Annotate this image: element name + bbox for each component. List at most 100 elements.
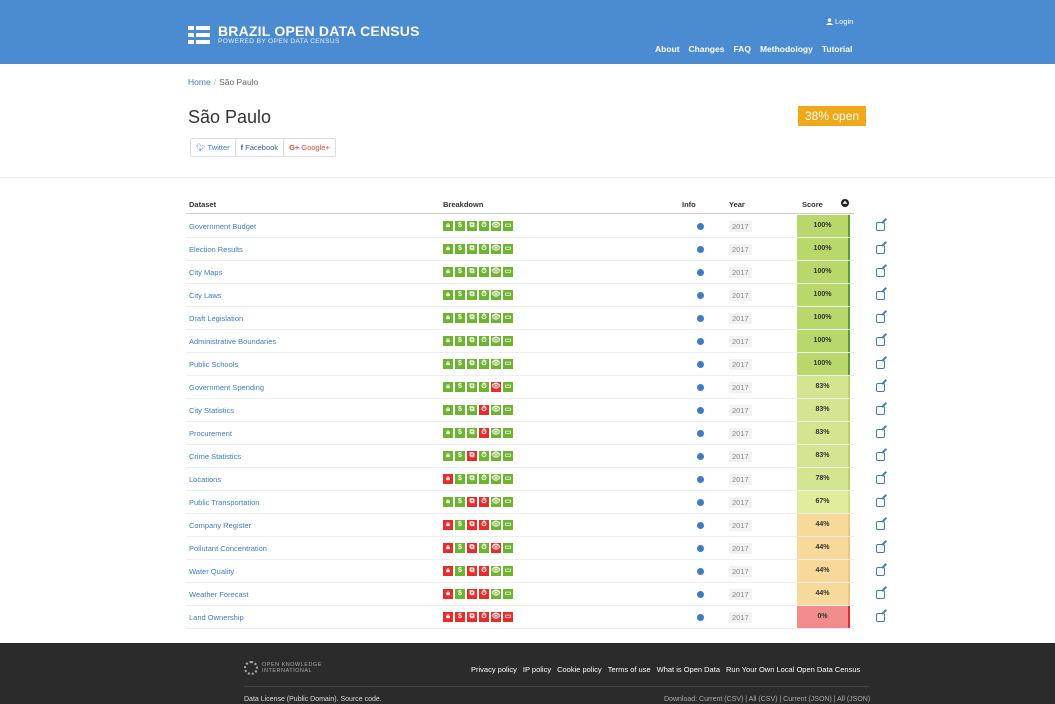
info-icon[interactable] — [697, 269, 704, 276]
format-icon[interactable]: ▭ — [503, 290, 513, 300]
timely-icon[interactable]: ⏱︎ — [479, 267, 489, 277]
timely-icon[interactable]: ⏱︎ — [479, 589, 489, 599]
footer-downloads[interactable]: Download: Current (CSV) | All (CSV) | Cu… — [664, 696, 870, 703]
license-icon[interactable]: 🔒︎ — [443, 405, 453, 415]
price-icon[interactable]: $ — [455, 382, 465, 392]
price-icon[interactable]: $ — [455, 359, 465, 369]
dataset-link[interactable]: Election Results — [189, 245, 243, 254]
license-icon[interactable]: 🔒︎ — [443, 451, 453, 461]
price-icon[interactable]: $ — [455, 428, 465, 438]
timely-icon[interactable]: ⏱︎ — [479, 336, 489, 346]
public-icon[interactable]: 👁︎ — [491, 267, 501, 277]
timely-icon[interactable]: ⏱︎ — [479, 566, 489, 576]
edit-icon[interactable] — [876, 613, 885, 622]
price-icon[interactable]: $ — [455, 474, 465, 484]
machine-readable-icon[interactable]: ⧉ — [467, 566, 477, 576]
dataset-link[interactable]: Administrative Boundaries — [189, 337, 276, 346]
share-google-button[interactable]: G+ Google+ — [284, 139, 335, 156]
machine-readable-icon[interactable]: ⧉ — [467, 589, 477, 599]
dataset-link[interactable]: Pollutant Concentration — [189, 544, 267, 553]
price-icon[interactable]: $ — [455, 290, 465, 300]
info-icon[interactable] — [697, 430, 704, 437]
edit-icon[interactable] — [876, 521, 885, 530]
edit-icon[interactable] — [876, 360, 885, 369]
info-icon[interactable] — [697, 315, 704, 322]
edit-icon[interactable] — [876, 222, 885, 231]
footer-link-open-data[interactable]: What is Open Data — [657, 665, 720, 674]
edit-icon[interactable] — [876, 452, 885, 461]
price-icon[interactable]: $ — [455, 267, 465, 277]
license-icon[interactable]: 🔒︎ — [443, 566, 453, 576]
format-icon[interactable]: ▭ — [503, 612, 513, 622]
timely-icon[interactable]: ⏱︎ — [479, 451, 489, 461]
public-icon[interactable]: 👁︎ — [491, 612, 501, 622]
format-icon[interactable]: ▭ — [503, 451, 513, 461]
info-icon[interactable] — [697, 246, 704, 253]
license-icon[interactable]: 🔒︎ — [443, 497, 453, 507]
price-icon[interactable]: $ — [455, 221, 465, 231]
price-icon[interactable]: $ — [455, 543, 465, 553]
format-icon[interactable]: ▭ — [503, 497, 513, 507]
footer-link-ip[interactable]: IP policy — [523, 665, 551, 674]
license-icon[interactable]: 🔒︎ — [443, 474, 453, 484]
public-icon[interactable]: 👁︎ — [491, 221, 501, 231]
edit-icon[interactable] — [876, 245, 885, 254]
timely-icon[interactable]: ⏱︎ — [479, 474, 489, 484]
nav-faq[interactable]: FAQ — [733, 44, 750, 54]
timely-icon[interactable]: ⏱︎ — [479, 313, 489, 323]
public-icon[interactable]: 👁︎ — [491, 336, 501, 346]
public-icon[interactable]: 👁︎ — [491, 244, 501, 254]
info-icon[interactable] — [697, 338, 704, 345]
public-icon[interactable]: 👁︎ — [491, 382, 501, 392]
price-icon[interactable]: $ — [455, 244, 465, 254]
nav-tutorial[interactable]: Tutorial — [822, 44, 853, 54]
license-icon[interactable]: 🔒︎ — [443, 290, 453, 300]
footer-link-terms[interactable]: Terms of use — [608, 665, 651, 674]
machine-readable-icon[interactable]: ⧉ — [467, 428, 477, 438]
edit-icon[interactable] — [876, 567, 885, 576]
nav-changes[interactable]: Changes — [689, 44, 725, 54]
okf-logo[interactable]: OPEN KNOWLEDGE INTERNATIONAL — [244, 661, 322, 675]
brand-logo-link[interactable]: BRAZIL OPEN DATA CENSUS POWERED BY OPEN … — [188, 24, 420, 46]
license-icon[interactable]: 🔒︎ — [443, 382, 453, 392]
dataset-link[interactable]: Government Spending — [189, 383, 264, 392]
format-icon[interactable]: ▭ — [503, 359, 513, 369]
dataset-link[interactable]: Weather Forecast — [189, 590, 248, 599]
dataset-link[interactable]: Company Register — [189, 521, 251, 530]
machine-readable-icon[interactable]: ⧉ — [467, 313, 477, 323]
timely-icon[interactable]: ⏱︎ — [479, 359, 489, 369]
license-icon[interactable]: 🔒︎ — [443, 267, 453, 277]
footer-link-cookie[interactable]: Cookie policy — [557, 665, 602, 674]
timely-icon[interactable]: ⏱︎ — [479, 497, 489, 507]
machine-readable-icon[interactable]: ⧉ — [467, 290, 477, 300]
price-icon[interactable]: $ — [455, 336, 465, 346]
edit-icon[interactable] — [876, 268, 885, 277]
footer-link-privacy[interactable]: Privacy policy — [471, 665, 517, 674]
machine-readable-icon[interactable]: ⧉ — [467, 244, 477, 254]
price-icon[interactable]: $ — [455, 566, 465, 576]
edit-icon[interactable] — [876, 383, 885, 392]
format-icon[interactable]: ▭ — [503, 221, 513, 231]
nav-about[interactable]: About — [655, 44, 680, 54]
share-twitter-button[interactable]: 🐦︎ Twitter — [191, 139, 236, 156]
price-icon[interactable]: $ — [455, 520, 465, 530]
format-icon[interactable]: ▭ — [503, 566, 513, 576]
breadcrumb-home[interactable]: Home — [188, 77, 211, 87]
edit-icon[interactable] — [876, 429, 885, 438]
machine-readable-icon[interactable]: ⧉ — [467, 497, 477, 507]
license-icon[interactable]: 🔒︎ — [443, 313, 453, 323]
machine-readable-icon[interactable]: ⧉ — [467, 543, 477, 553]
license-icon[interactable]: 🔒︎ — [443, 244, 453, 254]
format-icon[interactable]: ▭ — [503, 267, 513, 277]
timely-icon[interactable]: ⏱︎ — [479, 520, 489, 530]
login-link[interactable]: Login — [826, 17, 853, 26]
machine-readable-icon[interactable]: ⧉ — [467, 382, 477, 392]
license-icon[interactable]: 🔒︎ — [443, 520, 453, 530]
price-icon[interactable]: $ — [455, 612, 465, 622]
info-icon[interactable] — [697, 499, 704, 506]
dataset-link[interactable]: Water Quality — [189, 567, 234, 576]
timely-icon[interactable]: ⏱︎ — [479, 612, 489, 622]
public-icon[interactable]: 👁︎ — [491, 290, 501, 300]
edit-icon[interactable] — [876, 475, 885, 484]
format-icon[interactable]: ▭ — [503, 405, 513, 415]
